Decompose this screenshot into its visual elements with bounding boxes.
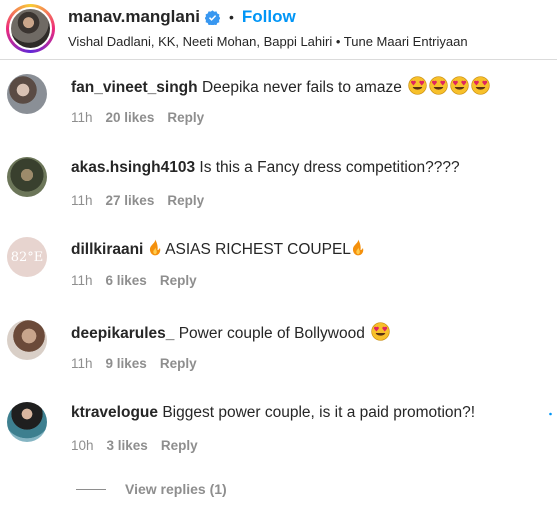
comment-body: akas.hsingh4103 Is this a Fancy dress co…	[71, 159, 460, 177]
view-replies-button[interactable]: View replies (1)	[125, 481, 227, 497]
comment-item: deepikarules_ Power couple of Bollywood …	[0, 320, 557, 400]
comment-body: ktravelogue Biggest power couple, is it …	[71, 404, 475, 422]
avatar[interactable]: 82°E	[7, 237, 47, 277]
comment-likes[interactable]: 9 likes	[106, 356, 147, 371]
comment-text: ASIAS RICHEST COUPEL	[165, 241, 351, 258]
comment-meta: 10h 3 likes Reply	[71, 438, 211, 453]
comment-meta: 11h 20 likes Reply	[71, 110, 217, 125]
comment-meta: 11h 27 likes Reply	[71, 193, 217, 208]
fire-emoji-icon	[148, 239, 162, 256]
story-avatar[interactable]	[6, 4, 55, 53]
reply-button[interactable]: Reply	[160, 273, 197, 288]
comment-text: Is this a Fancy dress competition????	[199, 159, 460, 176]
comment-meta: 11h 6 likes Reply	[71, 273, 210, 288]
heart-eyes-emoji-icon	[471, 76, 490, 95]
heart-eyes-emoji-icon	[371, 322, 390, 341]
comment-meta: 11h 9 likes Reply	[71, 356, 210, 371]
comment-body: fan_vineet_singh Deepika never fails to …	[71, 76, 490, 97]
reply-button[interactable]: Reply	[160, 356, 197, 371]
follow-button[interactable]: Follow	[242, 7, 296, 27]
comment-text: Deepika never fails to amaze	[201, 79, 402, 96]
comment-username[interactable]: ktravelogue	[71, 404, 158, 421]
view-replies-row[interactable]: View replies (1)	[76, 479, 227, 499]
separator-dot: •	[228, 9, 234, 25]
avatar[interactable]	[7, 74, 47, 114]
avatar[interactable]	[7, 402, 47, 442]
comment-item: fan_vineet_singh Deepika never fails to …	[0, 74, 557, 154]
reply-button[interactable]: Reply	[167, 193, 204, 208]
reply-button[interactable]: Reply	[161, 438, 198, 453]
comment-time[interactable]: 11h	[71, 356, 93, 371]
comment-time[interactable]: 11h	[71, 110, 93, 125]
fire-emoji-icon	[351, 239, 365, 256]
avatar[interactable]	[9, 7, 52, 50]
avatar[interactable]	[7, 320, 47, 360]
verified-badge-icon	[204, 9, 220, 25]
reply-button[interactable]: Reply	[167, 110, 204, 125]
comment-text: Power couple of Bollywood	[178, 325, 365, 342]
audio-subtitle[interactable]: Vishal Dadlani, KK, Neeti Mohan, Bappi L…	[68, 34, 468, 49]
comment-likes[interactable]: 27 likes	[106, 193, 155, 208]
post-author-username[interactable]: manav.manglani	[68, 7, 200, 27]
comment-likes[interactable]: 20 likes	[106, 110, 155, 125]
comment-time[interactable]: 10h	[71, 438, 94, 453]
comment-likes[interactable]: 3 likes	[107, 438, 148, 453]
comment-time[interactable]: 11h	[71, 273, 93, 288]
post-header: manav.manglani • Follow Vishal Dadlani, …	[0, 0, 557, 60]
comment-body: deepikarules_ Power couple of Bollywood	[71, 322, 390, 343]
avatar[interactable]	[7, 157, 47, 197]
comment-likes[interactable]: 6 likes	[106, 273, 147, 288]
comment-item: akas.hsingh4103 Is this a Fancy dress co…	[0, 157, 557, 237]
heart-eyes-emoji-icon	[429, 76, 448, 95]
comment-username[interactable]: deepikarules_	[71, 325, 174, 342]
header-title-row: manav.manglani • Follow	[68, 7, 296, 27]
comment-time[interactable]: 11h	[71, 193, 93, 208]
comment-text: Biggest power couple, is it a paid promo…	[162, 404, 476, 421]
heart-eyes-emoji-icon	[450, 76, 469, 95]
replies-divider	[76, 488, 106, 490]
comment-username[interactable]: akas.hsingh4103	[71, 159, 195, 176]
comment-username[interactable]: fan_vineet_singh	[71, 79, 198, 96]
comment-item: 82°E dillkiraani ASIAS RICHEST COUPEL 11…	[0, 237, 557, 317]
heart-eyes-emoji-icon	[408, 76, 427, 95]
comment-body: dillkiraani ASIAS RICHEST COUPEL	[71, 239, 365, 259]
comment-item: ktravelogue Biggest power couple, is it …	[0, 402, 557, 482]
comment-username[interactable]: dillkiraani	[71, 241, 143, 258]
more-options-icon[interactable]	[549, 407, 552, 421]
avatar-text: 82°E	[10, 249, 44, 265]
